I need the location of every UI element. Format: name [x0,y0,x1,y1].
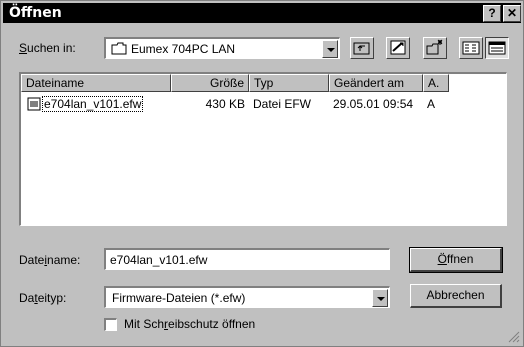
filename-input[interactable]: e704lan_v101.efw [104,248,390,270]
column-header-size[interactable]: Größe [171,74,249,92]
filetype-label: Dateityp: [19,291,67,305]
open-dialog: Öffnen ? ✕ Suchen in: Eumex 704PC LAN Da… [0,0,524,347]
filetype-value: Firmware-Dateien (*.efw) [112,291,246,305]
lookin-label: Suchen in: [19,41,76,55]
file-size: 430 KB [205,97,245,111]
resize-grip-icon[interactable] [508,331,520,343]
column-header-name[interactable]: Dateiname [21,74,171,92]
folder-icon [111,42,127,55]
up-folder-button[interactable] [350,37,374,59]
column-header-modified[interactable]: Geändert am [329,74,423,92]
file-list[interactable]: Dateiname Größe Typ Geändert am A. e704l… [19,72,507,226]
new-folder-button[interactable] [423,37,447,59]
file-name: e704lan_v101.efw [41,96,144,112]
desktop-icon [390,40,406,55]
file-attributes: A [427,97,436,111]
file-icon [27,97,41,111]
new-folder-icon [426,39,443,55]
lookin-value: Eumex 704PC LAN [131,42,236,56]
desktop-button[interactable] [386,37,410,59]
readonly-checkbox[interactable] [104,318,117,331]
filetype-combo[interactable]: Firmware-Dateien (*.efw) [104,286,390,308]
list-view-icon [462,41,480,55]
file-type: Datei EFW [253,97,312,111]
open-button[interactable]: Öffnen [409,247,503,273]
up-folder-icon [353,42,370,55]
details-view-button[interactable] [485,37,509,59]
close-button[interactable]: ✕ [503,5,521,22]
filetype-dropdown-button[interactable] [372,289,388,307]
lookin-combo[interactable]: Eumex 704PC LAN [104,37,340,59]
help-button[interactable]: ? [483,5,501,22]
column-header-attributes[interactable]: A. [423,74,449,92]
column-header-type[interactable]: Typ [249,74,329,92]
filename-label: Dateiname: [19,253,81,267]
filename-value: e704lan_v101.efw [110,253,208,267]
title-bar: Öffnen ? ✕ [3,3,521,23]
cancel-button[interactable]: Abbrechen [410,284,502,308]
readonly-label[interactable]: Mit Schreibschutz öffnen [124,317,255,331]
file-modified: 29.05.01 09:54 [333,97,414,111]
dialog-title: Öffnen [9,5,62,21]
list-view-button[interactable] [459,37,483,59]
lookin-dropdown-button[interactable] [322,40,338,58]
details-view-icon [488,41,506,55]
